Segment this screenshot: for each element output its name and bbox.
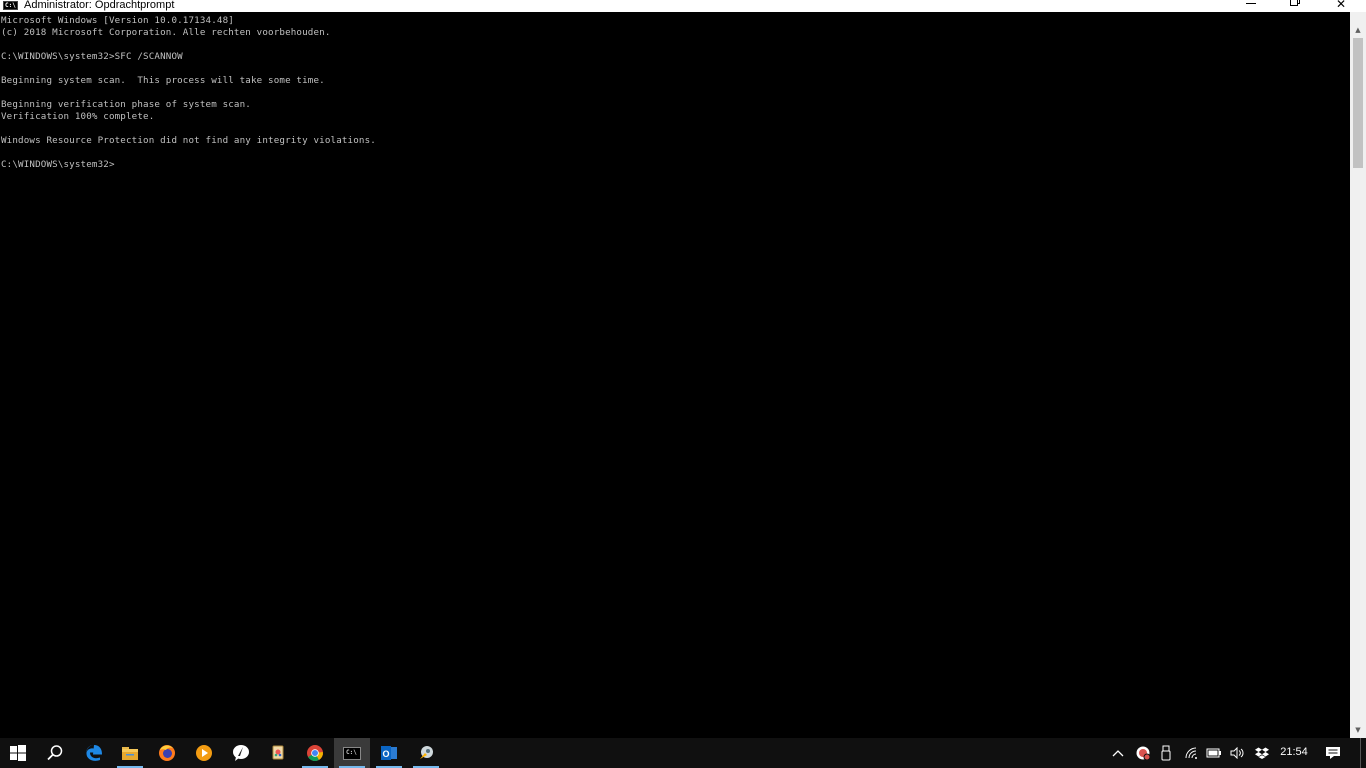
scroll-thumb[interactable] [1353,38,1363,168]
taskbar-clock[interactable]: 21:54 [1276,738,1312,768]
command-prompt-icon-text: C:\ [346,749,357,756]
start-icon [10,745,26,761]
scroll-down-arrow-icon[interactable]: ▼ [1350,722,1366,738]
taskbar-paint-app[interactable] [260,738,296,768]
window-title: Administrator: Opdrachtprompt [24,0,175,11]
chrome-icon [307,745,323,761]
command-prompt-window-icon[interactable]: C:\ [3,1,18,10]
console-output[interactable]: Microsoft Windows [Version 10.0.17134.48… [0,12,1350,738]
minimize-icon [1246,3,1256,4]
tray-app-icon [1136,746,1151,761]
show-hidden-icons-button[interactable] [1108,738,1128,768]
close-button[interactable]: ✕ [1318,0,1364,12]
media-player-icon [196,745,212,761]
console-line: Verification 100% complete. [1,111,155,122]
taskbar-media-player[interactable] [186,738,222,768]
paint-app-icon [272,745,284,760]
chevron-up-icon [1112,750,1124,757]
battery-icon [1206,748,1221,758]
action-center-button[interactable] [1318,738,1348,768]
app-icon [420,746,433,759]
wifi-button[interactable] [1182,738,1202,768]
console-prompt-line[interactable]: C:\WINDOWS\system32> [1,159,115,171]
taskbar-edge[interactable] [76,738,112,768]
battery-button[interactable] [1204,738,1224,768]
taskbar-command-prompt[interactable]: C:\ [334,738,370,768]
dropbox-button[interactable] [1252,738,1272,768]
console-line: Beginning system scan. This process will… [1,75,325,86]
wifi-icon [1185,747,1197,759]
action-center-icon [1326,747,1340,759]
usb-eject-button[interactable] [1156,738,1176,768]
command-prompt-icon: C:\ [343,747,361,760]
outlook-icon: O [381,746,397,760]
start-button[interactable] [0,738,36,768]
console-line: Microsoft Windows [Version 10.0.17134.48… [1,15,234,26]
console-line: Windows Resource Protection did not find… [1,135,376,146]
scroll-up-arrow-icon[interactable]: ▲ [1350,22,1366,38]
tray-app-button[interactable] [1132,738,1154,768]
vertical-scrollbar[interactable]: ▲ ▼ [1350,12,1366,738]
console-line: C:\WINDOWS\system32>SFC /SCANNOW [1,51,183,62]
desktop: C:\ Administrator: Opdrachtprompt ✕ Micr… [0,0,1366,768]
close-icon: ✕ [1335,0,1347,11]
taskbar-outlook[interactable]: O [371,738,407,768]
taskbar-chrome[interactable] [297,738,333,768]
volume-icon [1230,746,1244,760]
taskbar: C:\ O 21:54 [0,738,1366,768]
firefox-icon [159,745,175,761]
feather-app-icon [233,745,249,761]
search-icon [47,745,63,761]
edge-icon [86,745,102,761]
show-desktop-button[interactable] [1360,738,1366,768]
dropbox-icon [1255,747,1269,759]
taskbar-app[interactable] [408,738,444,768]
console-line: (c) 2018 Microsoft Corporation. Alle rec… [1,27,331,38]
volume-button[interactable] [1227,738,1247,768]
restore-icon [1290,0,1298,6]
file-explorer-icon [122,747,138,760]
taskbar-file-explorer[interactable] [112,738,148,768]
taskbar-feather-app[interactable] [223,738,259,768]
minimize-button[interactable] [1228,0,1274,12]
window-title-bar[interactable]: C:\ Administrator: Opdrachtprompt ✕ [0,0,1366,12]
search-button[interactable] [37,738,73,768]
console-line: Beginning verification phase of system s… [1,99,251,110]
restore-button[interactable] [1272,0,1318,12]
taskbar-firefox[interactable] [149,738,185,768]
outlook-letter: O [382,749,389,759]
usb-drive-icon [1161,745,1171,761]
